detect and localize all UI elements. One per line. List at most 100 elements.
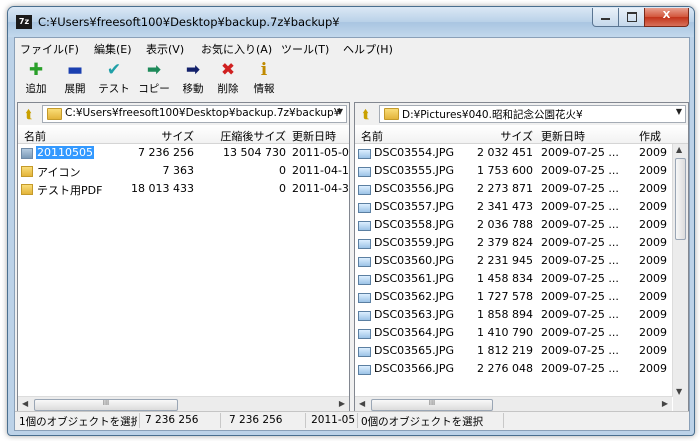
menu-view[interactable]: 表示(V) xyxy=(146,41,184,57)
info-icon: i xyxy=(260,60,268,80)
table-row[interactable]: DSC03554.JPG 2 032 451 2009-07-25 ... 2009 xyxy=(355,144,688,162)
file-created: 2009 xyxy=(639,200,667,213)
minus-icon: ▬ xyxy=(66,60,84,80)
file-created: 2009 xyxy=(639,272,667,285)
client-area: ファイル(F) 編集(E) 表示(V) お気に入り(A) ツール(T) ヘルプ(… xyxy=(14,37,690,431)
left-list-header: 名前 サイズ 圧縮後サイズ 更新日時 xyxy=(18,125,349,144)
file-name: DSC03564.JPG xyxy=(374,326,455,339)
table-row[interactable]: DSC03562.JPG 1 727 578 2009-07-25 ... 2009 xyxy=(355,288,688,306)
delete-button[interactable]: ✖ 削除 xyxy=(213,59,243,99)
left-up-folder-button[interactable]: ⮬ xyxy=(21,107,37,121)
status-left-selection: 1個のオブジェクトを選択 xyxy=(19,416,137,428)
right-address-bar: ⮬ D:¥Pictures¥040.昭和記念公園花火¥ ▼ xyxy=(355,103,688,126)
file-packed-size: 0 xyxy=(279,182,286,195)
extract-button[interactable]: ▬ 展開 xyxy=(60,59,90,99)
menu-bar: ファイル(F) 編集(E) 表示(V) お気に入り(A) ツール(T) ヘルプ(… xyxy=(15,38,689,57)
menu-edit[interactable]: 編集(E) xyxy=(94,41,132,57)
table-row[interactable]: DSC03558.JPG 2 036 788 2009-07-25 ... 2009 xyxy=(355,216,688,234)
7zip-app-icon: 7z xyxy=(16,15,32,29)
table-row[interactable]: DSC03565.JPG 1 812 219 2009-07-25 ... 2009 xyxy=(355,342,688,360)
scroll-down-icon[interactable]: ▼ xyxy=(676,387,682,396)
table-row[interactable]: アイコン 7 363 0 2011-04-10 ... xyxy=(18,162,349,180)
test-button[interactable]: ✔ テスト xyxy=(98,59,130,99)
table-row[interactable]: DSC03560.JPG 2 231 945 2009-07-25 ... 2009 xyxy=(355,252,688,270)
minimize-button[interactable] xyxy=(592,8,619,27)
title-bar[interactable]: 7z C:¥Users¥freesoft100¥Desktop¥backup.7… xyxy=(8,7,694,37)
right-vscroll-thumb[interactable] xyxy=(675,158,686,240)
table-row[interactable]: DSC03556.JPG 2 273 871 2009-07-25 ... 2009 xyxy=(355,180,688,198)
chevron-down-icon[interactable]: ▼ xyxy=(676,107,682,116)
copy-label: コピー xyxy=(138,83,170,95)
left-path-combobox[interactable]: C:¥Users¥freesoft100¥Desktop¥backup.7z¥b… xyxy=(42,105,347,123)
file-created: 2009 xyxy=(639,218,667,231)
left-pane: ⮬ C:¥Users¥freesoft100¥Desktop¥backup.7z… xyxy=(17,102,350,413)
file-created: 2009 xyxy=(639,308,667,321)
scroll-up-icon[interactable]: ▲ xyxy=(676,145,682,154)
file-modified: 2009-07-25 ... xyxy=(541,182,619,195)
right-header-created[interactable]: 作成 xyxy=(639,128,661,144)
table-row[interactable]: DSC03555.JPG 1 753 600 2009-07-25 ... 2009 xyxy=(355,162,688,180)
maximize-button[interactable] xyxy=(618,8,645,27)
left-header-modified[interactable]: 更新日時 xyxy=(292,128,336,144)
table-row[interactable]: DSC03557.JPG 2 341 473 2009-07-25 ... 2009 xyxy=(355,198,688,216)
file-size: 2 341 473 xyxy=(477,200,533,213)
file-size: 2 036 788 xyxy=(477,218,533,231)
right-path-combobox[interactable]: D:¥Pictures¥040.昭和記念公園花火¥ ▼ xyxy=(379,105,686,123)
file-modified: 2011-04-30 ... xyxy=(292,182,349,195)
table-row[interactable]: 20110505 7 236 256 13 504 730 2011-05-05… xyxy=(18,144,349,162)
chevron-down-icon[interactable]: ▼ xyxy=(337,107,343,116)
left-header-packed[interactable]: 圧縮後サイズ xyxy=(194,128,286,144)
close-button[interactable]: X xyxy=(644,8,689,27)
table-row[interactable]: テスト用PDF 18 013 433 0 2011-04-30 ... xyxy=(18,180,349,198)
left-hscroll-thumb[interactable]: III xyxy=(34,399,178,411)
minimize-icon xyxy=(601,18,610,20)
file-size: 1 812 219 xyxy=(477,344,533,357)
right-hscroll-thumb[interactable]: III xyxy=(371,399,493,411)
info-label: 情報 xyxy=(253,83,275,95)
info-button[interactable]: i 情報 xyxy=(249,59,279,99)
left-horizontal-scrollbar[interactable]: ◀ III ▶ xyxy=(18,396,349,412)
table-row[interactable]: DSC03564.JPG 1 410 790 2009-07-25 ... 2009 xyxy=(355,324,688,342)
scroll-right-icon[interactable]: ▶ xyxy=(662,399,668,408)
move-button[interactable]: ➡ 移動 xyxy=(178,59,208,99)
file-created: 2009 xyxy=(639,326,667,339)
scroll-right-icon[interactable]: ▶ xyxy=(339,399,345,408)
right-up-folder-button[interactable]: ⮬ xyxy=(358,107,374,121)
file-name: DSC03554.JPG xyxy=(374,146,455,159)
table-row[interactable]: DSC03563.JPG 1 858 894 2009-07-25 ... 2009 xyxy=(355,306,688,324)
menu-favorites[interactable]: お気に入り(A) xyxy=(201,41,272,57)
menu-file[interactable]: ファイル(F) xyxy=(20,41,79,57)
menu-help[interactable]: ヘルプ(H) xyxy=(343,41,393,57)
file-name: DSC03566.JPG xyxy=(374,362,455,375)
copy-arrow-icon: ➡ xyxy=(146,60,162,80)
status-divider xyxy=(503,413,504,428)
file-size: 2 273 871 xyxy=(477,182,533,195)
add-button[interactable]: ✚ 追加 xyxy=(21,59,51,99)
scroll-left-icon[interactable]: ◀ xyxy=(22,399,28,408)
file-name: DSC03560.JPG xyxy=(374,254,455,267)
folder-icon xyxy=(21,148,33,159)
table-row[interactable]: DSC03559.JPG 2 379 824 2009-07-25 ... 2009 xyxy=(355,234,688,252)
right-horizontal-scrollbar[interactable]: ◀ III ▶ xyxy=(355,396,672,412)
left-header-size[interactable]: サイズ xyxy=(118,128,194,144)
file-size: 18 013 433 xyxy=(131,182,194,195)
file-modified: 2011-04-10 ... xyxy=(292,164,349,177)
right-vertical-scrollbar[interactable]: ▲ ▼ xyxy=(672,144,688,397)
file-size: 2 379 824 xyxy=(477,236,533,249)
right-header-name[interactable]: 名前 xyxy=(361,128,383,144)
menu-tools[interactable]: ツール(T) xyxy=(281,41,329,57)
file-modified: 2009-07-25 ... xyxy=(541,218,619,231)
table-row[interactable]: DSC03561.JPG 1 458 834 2009-07-25 ... 2009 xyxy=(355,270,688,288)
copy-button[interactable]: ➡ コピー xyxy=(138,59,170,99)
right-header-size[interactable]: サイズ xyxy=(467,128,533,144)
table-row[interactable]: DSC03566.JPG 2 276 048 2009-07-25 ... 2009 xyxy=(355,360,688,378)
file-packed-size: 0 xyxy=(279,164,286,177)
test-label: テスト xyxy=(98,83,130,95)
window-title: C:¥Users¥freesoft100¥Desktop¥backup.7z¥b… xyxy=(38,15,340,29)
file-created: 2009 xyxy=(639,146,667,159)
file-size: 1 858 894 xyxy=(477,308,533,321)
right-header-modified[interactable]: 更新日時 xyxy=(541,128,585,144)
scroll-left-icon[interactable]: ◀ xyxy=(359,399,365,408)
left-header-name[interactable]: 名前 xyxy=(24,128,46,144)
scrollbar-corner xyxy=(673,397,688,412)
